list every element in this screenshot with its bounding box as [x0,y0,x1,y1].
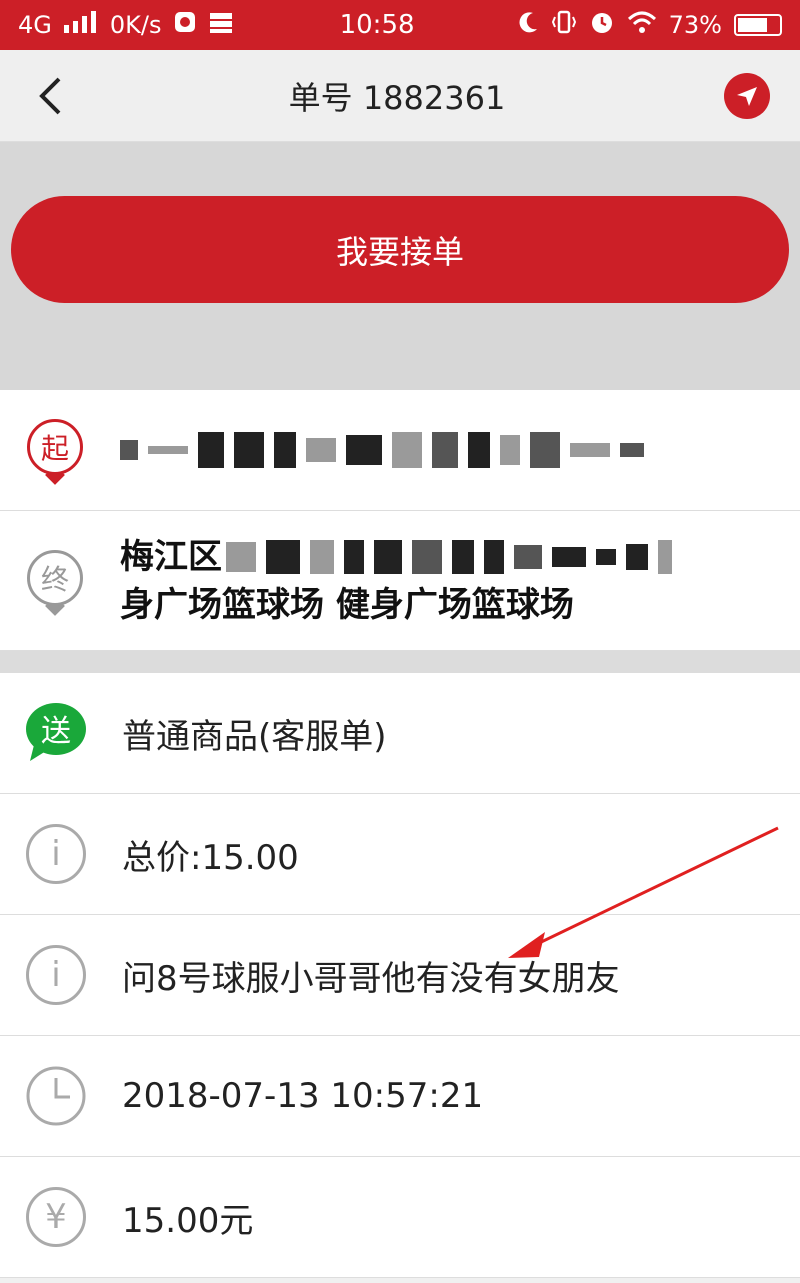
redacted-start-address [120,432,644,468]
wifi-icon [627,10,657,40]
status-left: 4G 0K/s [18,10,235,40]
redaction-block [120,440,138,460]
vibrate-icon [551,10,577,40]
total-price-row: i 总价:15.00 [0,794,800,915]
redaction-block [412,539,442,574]
redaction-block [500,435,520,465]
redaction-block [468,432,490,468]
redaction-block [596,548,616,565]
end-address-row[interactable]: 终 梅江区 身广场篮球场 健身广场篮球场 [0,511,800,651]
redacted-end-address [226,539,672,574]
status-right: 73% [519,9,782,41]
detail-list: 送 普通商品(客服单) i 总价:15.00 i 问8号球服小哥哥他有没有女朋友… [0,673,800,1278]
status-bar: 4G 0K/s 10:58 73% [0,0,800,50]
end-pin-icon: 终 [24,549,86,616]
redaction-block [552,546,586,567]
redaction-block [530,432,560,468]
start-badge: 起 [27,419,83,475]
route-card: 起 终 梅江区 身广场篮球场 健身广场篮球场 [0,390,800,651]
start-address-row[interactable]: 起 [0,390,800,511]
redaction-block [570,443,610,457]
nav-bar: 单号 1882361 [0,50,800,142]
end-address-line1: 梅江区 [120,533,672,581]
deliver-icon: 送 [24,701,88,765]
note-row: i 问8号球服小哥哥他有没有女朋友 [0,915,800,1036]
redaction-block [266,539,300,574]
navigate-icon[interactable] [723,72,770,119]
redaction-block [148,446,188,454]
redaction-block [452,539,474,574]
end-address: 梅江区 身广场篮球场 健身广场篮球场 [120,533,672,629]
time-row: 2018-07-13 10:57:21 [0,1036,800,1157]
back-icon[interactable] [30,76,70,116]
redaction-block [620,443,644,457]
redaction-block [198,432,224,468]
amount-row: ¥ 15.00元 [0,1157,800,1278]
goods-type: 普通商品(客服单) [122,716,387,757]
storage-icon [209,10,235,40]
order-number-title: 单号 1882361 [288,78,506,117]
status-time: 10:58 [339,10,415,40]
network-speed: 0K/s [109,11,162,39]
end-address-prefix: 梅江区 [120,536,222,577]
redaction-block [514,544,542,569]
yuan-icon: ¥ [24,1185,88,1249]
section-divider [0,651,800,673]
redaction-block [626,543,648,570]
info-circle: i [26,945,86,1005]
info-icon: i [24,822,88,886]
order-time: 2018-07-13 10:57:21 [122,1076,484,1116]
order-note: 问8号球服小哥哥他有没有女朋友 [122,958,620,999]
redaction-block [226,541,256,572]
battery-percent: 73% [668,11,722,39]
info-icon: i [24,943,88,1007]
info-circle: i [26,824,86,884]
end-badge: 终 [27,549,83,606]
total-price: 总价:15.00 [122,837,299,878]
order-amount: 15.00元 [122,1200,254,1241]
redaction-block [306,438,336,462]
redaction-block [392,432,422,468]
app-notification-icon [173,10,197,40]
deliver-badge-text: 送 [41,714,71,749]
end-address-line2: 身广场篮球场 健身广场篮球场 [120,584,574,625]
start-address [120,432,644,468]
redaction-block [234,432,264,468]
network-type: 4G [18,11,52,39]
redaction-block [432,432,458,468]
battery-icon [733,14,782,36]
start-pin-icon: 起 [24,419,86,485]
yuan-circle: ¥ [26,1187,86,1247]
redaction-block [344,539,364,574]
alarm-icon [589,9,615,41]
redaction-block [484,539,504,574]
header-area: 我要接单 [0,142,800,390]
redaction-block [274,432,296,468]
moon-icon [519,11,539,39]
clock-icon [24,1064,88,1128]
accept-order-button[interactable]: 我要接单 [11,196,789,303]
signal-icon [63,11,98,39]
redaction-block [374,539,402,574]
goods-type-row: 送 普通商品(客服单) [0,673,800,794]
battery-fill [737,18,768,32]
redaction-block [658,539,672,574]
redaction-block [310,539,334,574]
redaction-block [346,435,382,465]
